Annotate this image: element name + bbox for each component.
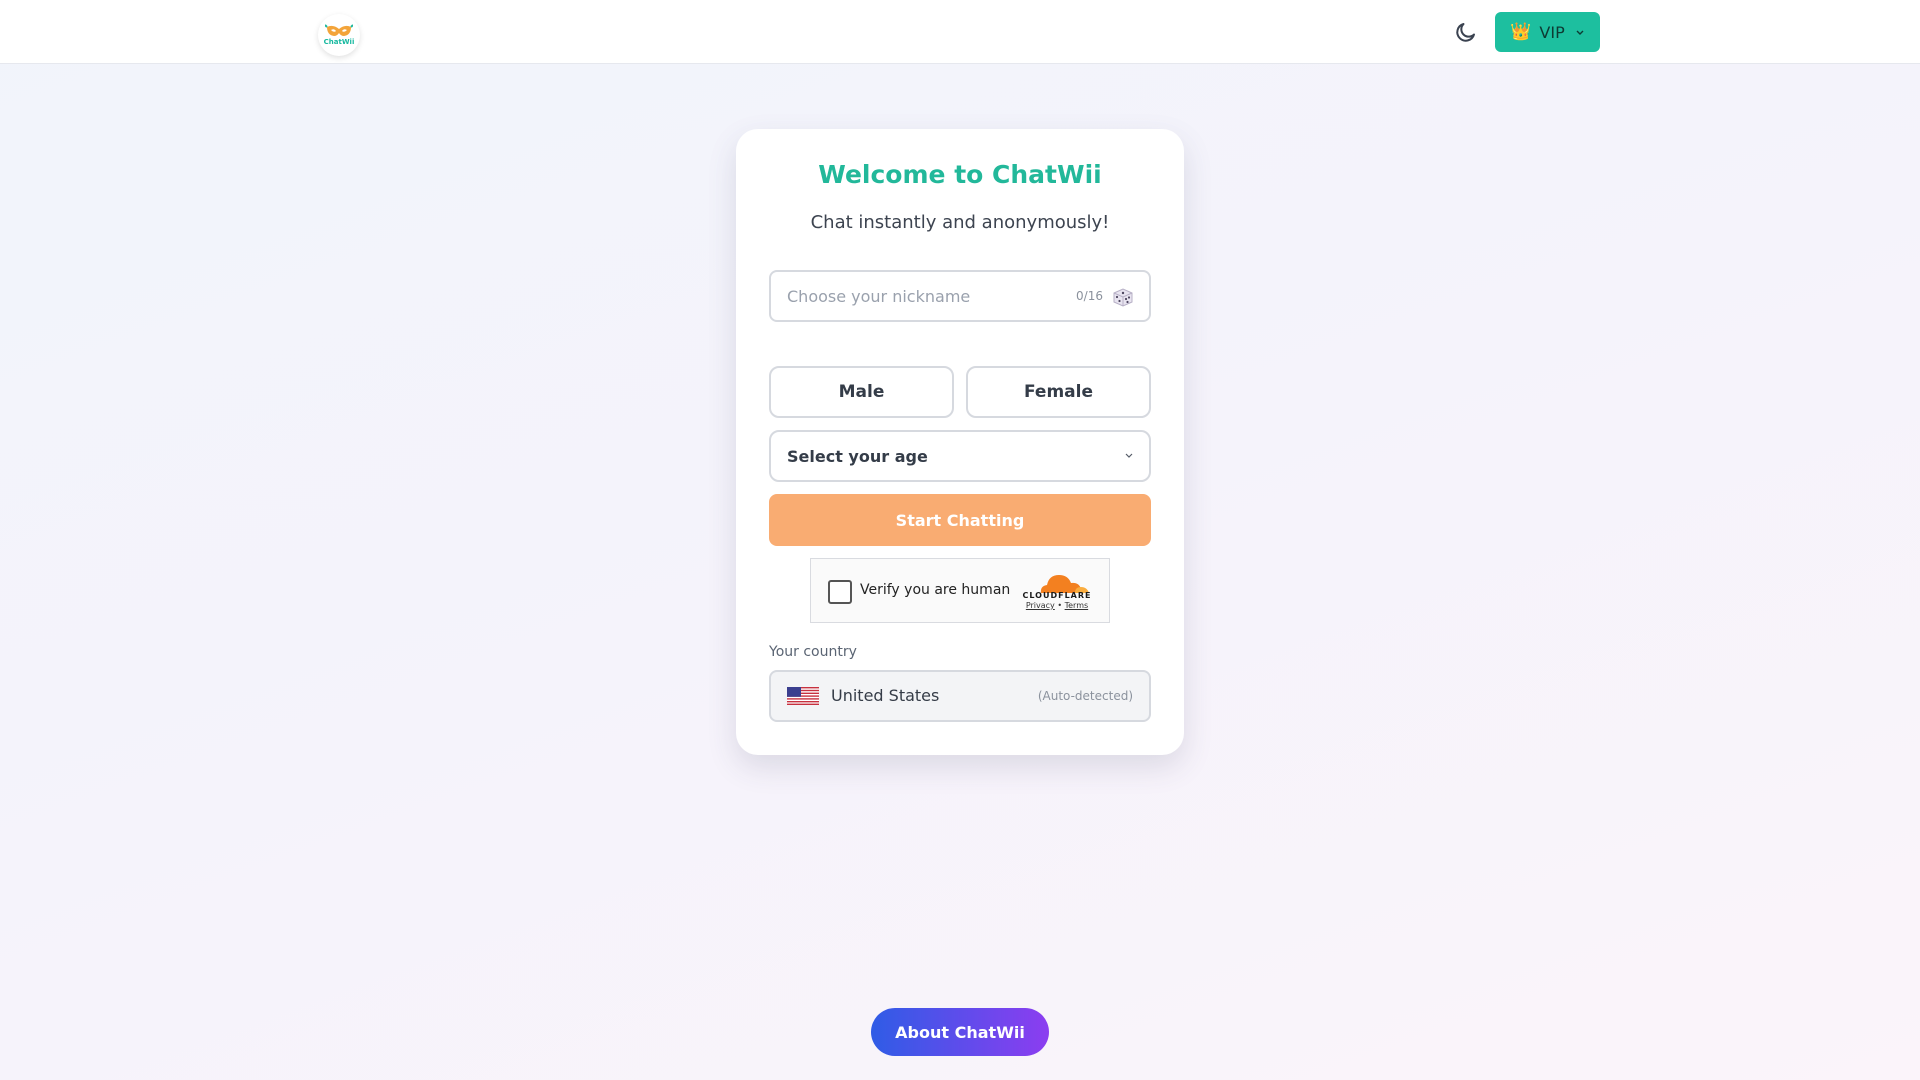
links-separator: • [1057, 601, 1063, 610]
country-name: United States [831, 686, 940, 705]
theme-toggle-button[interactable] [1453, 19, 1479, 45]
chatwii-logo[interactable]: ChatWii [318, 14, 360, 56]
cloudflare-captcha: Verify you are human CLOUDFLARE Privacy … [810, 558, 1110, 623]
page-title: Welcome to ChatWii [818, 160, 1102, 189]
vip-label: VIP [1539, 22, 1565, 42]
chevron-down-icon [1576, 30, 1584, 35]
nickname-field: 0/16 [769, 270, 1151, 322]
nickname-char-counter: 0/16 [1076, 289, 1103, 303]
top-navbar: ChatWii 👑 VIP [0, 0, 1920, 64]
nickname-input[interactable] [787, 286, 1067, 306]
terms-link[interactable]: Terms [1065, 601, 1089, 610]
age-select[interactable]: Select your age [769, 430, 1151, 482]
gender-female-button[interactable]: Female [966, 366, 1151, 418]
country-label: Your country [769, 644, 857, 660]
dice-icon[interactable] [1111, 285, 1135, 309]
captcha-links: Privacy • Terms [1011, 601, 1103, 610]
us-flag-icon [787, 687, 819, 705]
start-chatting-button[interactable]: Start Chatting [769, 494, 1151, 546]
country-auto-detected-note: (Auto-detected) [1037, 689, 1133, 703]
logo-text: ChatWii [323, 38, 355, 46]
crown-icon: 👑 [1510, 22, 1532, 42]
age-select-label: Select your age [787, 446, 928, 466]
moon-icon [1456, 23, 1475, 42]
country-field: United States (Auto-detected) [769, 670, 1151, 722]
captcha-label: Verify you are human [860, 582, 1011, 598]
chevron-down-icon [1125, 453, 1133, 458]
privacy-link[interactable]: Privacy [1026, 601, 1055, 610]
page-subtitle: Chat instantly and anonymously! [810, 212, 1110, 233]
about-chatwii-button[interactable]: About ChatWii [871, 1008, 1049, 1056]
gender-male-button[interactable]: Male [769, 366, 954, 418]
captcha-checkbox[interactable] [828, 580, 852, 604]
cloudflare-brand: CLOUDFLARE [1022, 591, 1092, 600]
vip-dropdown-button[interactable]: 👑 VIP [1495, 12, 1600, 52]
